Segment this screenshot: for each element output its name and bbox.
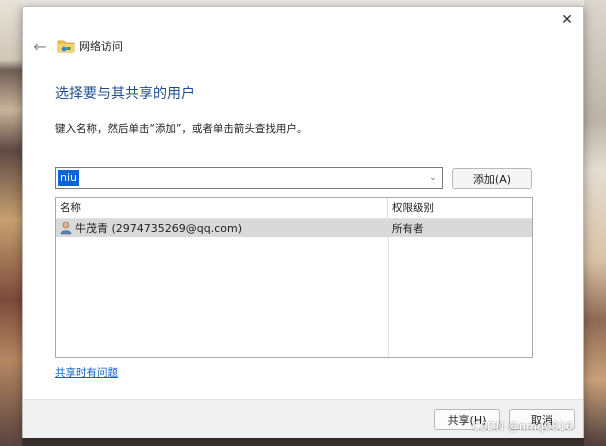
user-name-combobox[interactable]: niu ⌄: [55, 167, 443, 189]
close-button[interactable]: ✕: [555, 9, 579, 31]
back-arrow-icon: ←: [33, 36, 47, 56]
instruction-text: 键入名称，然后单击“添加”，或者单击箭头查找用户。: [55, 123, 308, 135]
row-user-name: 牛茂青 (2974735269@qq.com): [75, 222, 243, 235]
back-button[interactable]: ←: [29, 35, 51, 57]
user-icon: [60, 221, 72, 235]
row-permission-cell[interactable]: 所有者: [388, 221, 532, 236]
list-header: 名称 权限级别: [56, 198, 532, 219]
table-row[interactable]: 牛茂青 (2974735269@qq.com) 所有者: [56, 219, 532, 237]
wallpaper-left: [0, 0, 22, 446]
title-bar: ← 网络访问: [29, 35, 123, 57]
network-folder-icon: [57, 38, 75, 54]
window-title: 网络访问: [79, 40, 123, 53]
close-icon: ✕: [561, 12, 573, 28]
user-permission-list[interactable]: 名称 权限级别 牛茂青 (2974735269@qq.com) 所有者: [55, 197, 533, 358]
watermark-text: CSDN @nmq0816: [472, 420, 574, 433]
column-header-name[interactable]: 名称: [56, 198, 388, 218]
user-name-input[interactable]: [56, 169, 420, 187]
add-button[interactable]: 添加(A): [452, 168, 532, 189]
selected-text: niu: [58, 170, 79, 186]
dropdown-button[interactable]: ⌄: [424, 168, 442, 188]
chevron-down-icon: ⌄: [429, 173, 437, 183]
sharing-help-link[interactable]: 共享时有问题: [55, 365, 118, 380]
column-header-permission[interactable]: 权限级别: [388, 198, 532, 218]
column-divider: [388, 218, 389, 357]
taskbar-edge: [22, 438, 584, 446]
network-access-dialog: ✕ ← 网络访问 选择要与其共享的用户 键入名称，然后单击“添加”，或者单击箭头…: [22, 6, 584, 438]
wallpaper-right: [584, 0, 606, 446]
row-name-cell: 牛茂青 (2974735269@qq.com): [56, 219, 388, 237]
page-heading: 选择要与其共享的用户: [55, 86, 195, 102]
